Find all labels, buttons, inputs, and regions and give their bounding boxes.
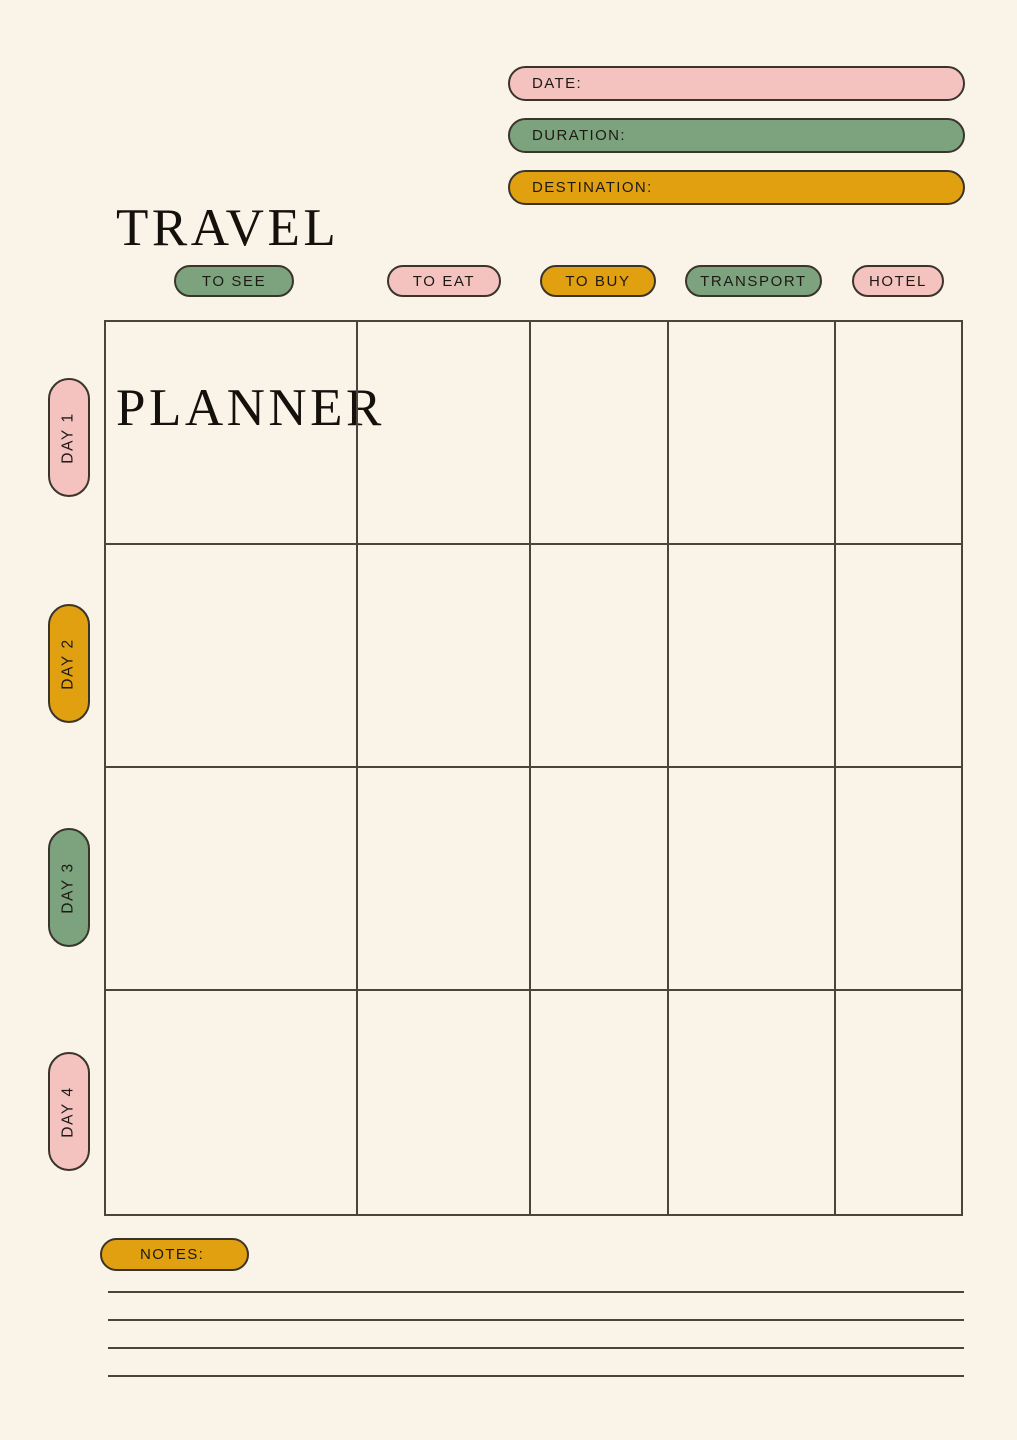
column-header-to-see[interactable]: TO SEE [174,265,294,297]
planner-cell[interactable] [836,545,963,768]
destination-field-label: DESTINATION: [532,179,653,196]
planner-cell[interactable] [358,991,531,1214]
destination-field[interactable]: DESTINATION: [508,170,965,205]
planner-cell[interactable] [358,322,531,545]
planner-grid [104,320,963,1216]
planner-cell[interactable] [836,322,963,545]
planner-cell[interactable] [531,768,669,991]
row-label-day-1[interactable]: DAY 1 [48,378,90,497]
row-label-day-1-text: DAY 1 [60,411,77,464]
row-label-day-2[interactable]: DAY 2 [48,604,90,723]
page-title-line-1: TRAVEL [116,199,340,257]
planner-cell[interactable] [106,322,358,545]
column-header-to-eat-label: TO EAT [412,272,476,290]
planner-cell[interactable] [669,991,836,1214]
row-label-day-4[interactable]: DAY 4 [48,1052,90,1171]
date-field-label: DATE: [532,75,583,92]
column-header-hotel[interactable]: HOTEL [852,265,944,297]
column-header-hotel-label: HOTEL [868,272,927,290]
row-label-day-3[interactable]: DAY 3 [48,828,90,947]
planner-cell[interactable] [106,545,358,768]
notes-write-line[interactable] [108,1375,964,1377]
notes-write-line[interactable] [108,1291,964,1293]
duration-field[interactable]: DURATION: [508,118,965,153]
notes-write-line[interactable] [108,1347,964,1349]
column-header-transport-label: TRANSPORT [700,272,807,290]
row-label-day-4-text: DAY 4 [60,1085,77,1138]
notes-label-pill[interactable]: NOTES: [100,1238,249,1271]
notes-write-line[interactable] [108,1319,964,1321]
planner-cell[interactable] [836,768,963,991]
column-header-to-buy[interactable]: TO BUY [540,265,656,297]
column-header-to-eat[interactable]: TO EAT [387,265,501,297]
planner-cell[interactable] [669,322,836,545]
column-header-transport[interactable]: TRANSPORT [685,265,822,297]
planner-cell[interactable] [106,768,358,991]
travel-planner-page: TRAVEL PLANNER DATE: DURATION: DESTINATI… [0,0,1017,1440]
planner-cell[interactable] [358,545,531,768]
planner-cell[interactable] [531,322,669,545]
planner-cell[interactable] [669,768,836,991]
planner-cell[interactable] [531,991,669,1214]
column-header-to-see-label: TO SEE [201,272,267,290]
planner-cell[interactable] [836,991,963,1214]
row-label-day-2-text: DAY 2 [60,637,77,690]
planner-cell[interactable] [669,545,836,768]
duration-field-label: DURATION: [532,127,626,144]
planner-cell[interactable] [106,991,358,1214]
date-field[interactable]: DATE: [508,66,965,101]
row-label-day-3-text: DAY 3 [60,861,77,914]
planner-cell[interactable] [531,545,669,768]
planner-cell[interactable] [358,768,531,991]
column-header-to-buy-label: TO BUY [565,272,631,290]
notes-label-text: NOTES: [140,1246,205,1263]
